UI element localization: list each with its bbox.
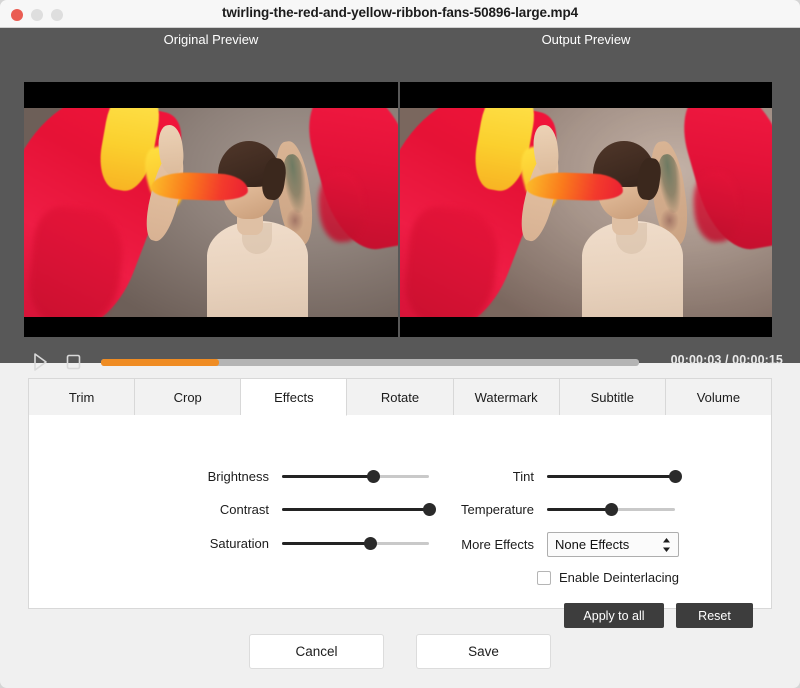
preview-labels: Original Preview Output Preview: [0, 28, 800, 54]
effects-tab-content: Brightness Contrast Saturation Tint Temp…: [28, 415, 772, 628]
contrast-control: Contrast: [184, 500, 436, 518]
brightness-slider[interactable]: [282, 467, 429, 485]
slider-fill: [547, 508, 611, 511]
saturation-control: Saturation: [184, 534, 429, 552]
save-button[interactable]: Save: [416, 634, 551, 669]
slider-knob[interactable]: [604, 503, 618, 516]
contrast-label: Contrast: [219, 501, 269, 517]
letterbox-top: [400, 82, 772, 108]
stepper-up-down-icon: [662, 537, 671, 552]
progress-fill: [101, 359, 220, 366]
brightness-label: Brightness: [207, 468, 269, 484]
more-effects-value: None Effects: [555, 537, 630, 552]
output-preview-viewport[interactable]: [400, 82, 772, 337]
tint-slider[interactable]: [547, 467, 682, 485]
apply-to-all-button[interactable]: Apply to all: [564, 603, 664, 628]
slider-fill: [547, 475, 675, 478]
enable-deinterlacing-row[interactable]: Enable Deinterlacing: [537, 570, 679, 585]
output-preview-label: Output Preview: [541, 32, 631, 47]
tab-trim[interactable]: Trim: [28, 378, 136, 416]
original-video-frame: [24, 108, 398, 317]
original-preview-label: Original Preview: [163, 32, 259, 47]
more-effects-select[interactable]: None Effects: [547, 532, 679, 557]
slider-knob[interactable]: [363, 537, 377, 550]
tab-effects[interactable]: Effects: [241, 378, 348, 416]
play-icon[interactable]: [29, 351, 51, 373]
tint-control: Tint: [434, 467, 682, 485]
footer-buttons: Cancel Save: [0, 634, 800, 669]
dancer-torso: [207, 220, 309, 317]
tab-watermark[interactable]: Watermark: [453, 378, 560, 416]
enable-deinterlacing-checkbox[interactable]: [537, 570, 551, 585]
editor-window: twirling-the-red-and-yellow-ribbon-fans-…: [0, 0, 800, 688]
video-progress-bar[interactable]: [101, 359, 639, 366]
contrast-slider[interactable]: [282, 500, 436, 518]
temperature-slider[interactable]: [547, 500, 675, 518]
tab-crop[interactable]: Crop: [135, 378, 242, 416]
title-bar: twirling-the-red-and-yellow-ribbon-fans-…: [0, 0, 800, 28]
letterbox-bottom: [24, 317, 398, 337]
cancel-button[interactable]: Cancel: [249, 634, 384, 669]
tint-label: Tint: [512, 468, 534, 484]
tab-rotate[interactable]: Rotate: [347, 378, 454, 416]
video-preview-area: Original Preview Output Preview 00:00:03…: [0, 28, 800, 371]
slider-fill: [282, 475, 374, 478]
slider-knob[interactable]: [366, 470, 380, 483]
editor-panel: Trim Crop Effects Rotate Watermark Subtitle Vo…: [28, 378, 772, 628]
enable-deinterlacing-label: Enable Deinterlacing: [559, 570, 679, 585]
dancer-torso: [582, 220, 683, 317]
brightness-control: Brightness: [184, 467, 429, 485]
reset-button[interactable]: Reset: [676, 603, 753, 628]
temperature-label: Temperature: [461, 501, 534, 517]
ribbon-red-left-tail: [401, 203, 503, 317]
tab-volume[interactable]: Volume: [665, 378, 772, 416]
letterbox-bottom: [400, 317, 772, 337]
more-effects-control: More Effects None Effects: [434, 532, 679, 557]
temperature-control: Temperature: [434, 500, 675, 518]
saturation-slider[interactable]: [282, 534, 429, 552]
timecode-display: 00:00:03 / 00:00:15: [670, 353, 783, 367]
tab-subtitle[interactable]: Subtitle: [559, 378, 666, 416]
more-effects-label: More Effects: [461, 537, 534, 552]
stop-icon[interactable]: [62, 351, 84, 373]
letterbox-top: [24, 82, 398, 108]
effects-action-buttons: Apply to all Reset: [564, 603, 753, 628]
ribbon-arc: [150, 171, 249, 202]
saturation-label: Saturation: [209, 535, 269, 551]
output-video-frame: [400, 108, 772, 317]
ribbon-arc: [526, 171, 624, 202]
slider-fill: [282, 542, 371, 545]
window-title: twirling-the-red-and-yellow-ribbon-fans-…: [221, 5, 579, 20]
slider-fill: [282, 508, 429, 511]
tab-bar: Trim Crop Effects Rotate Watermark Subtitle Vo…: [28, 378, 772, 416]
original-preview-viewport[interactable]: [24, 82, 398, 337]
ribbon-red-left-tail: [25, 203, 128, 317]
slider-knob[interactable]: [668, 470, 682, 483]
